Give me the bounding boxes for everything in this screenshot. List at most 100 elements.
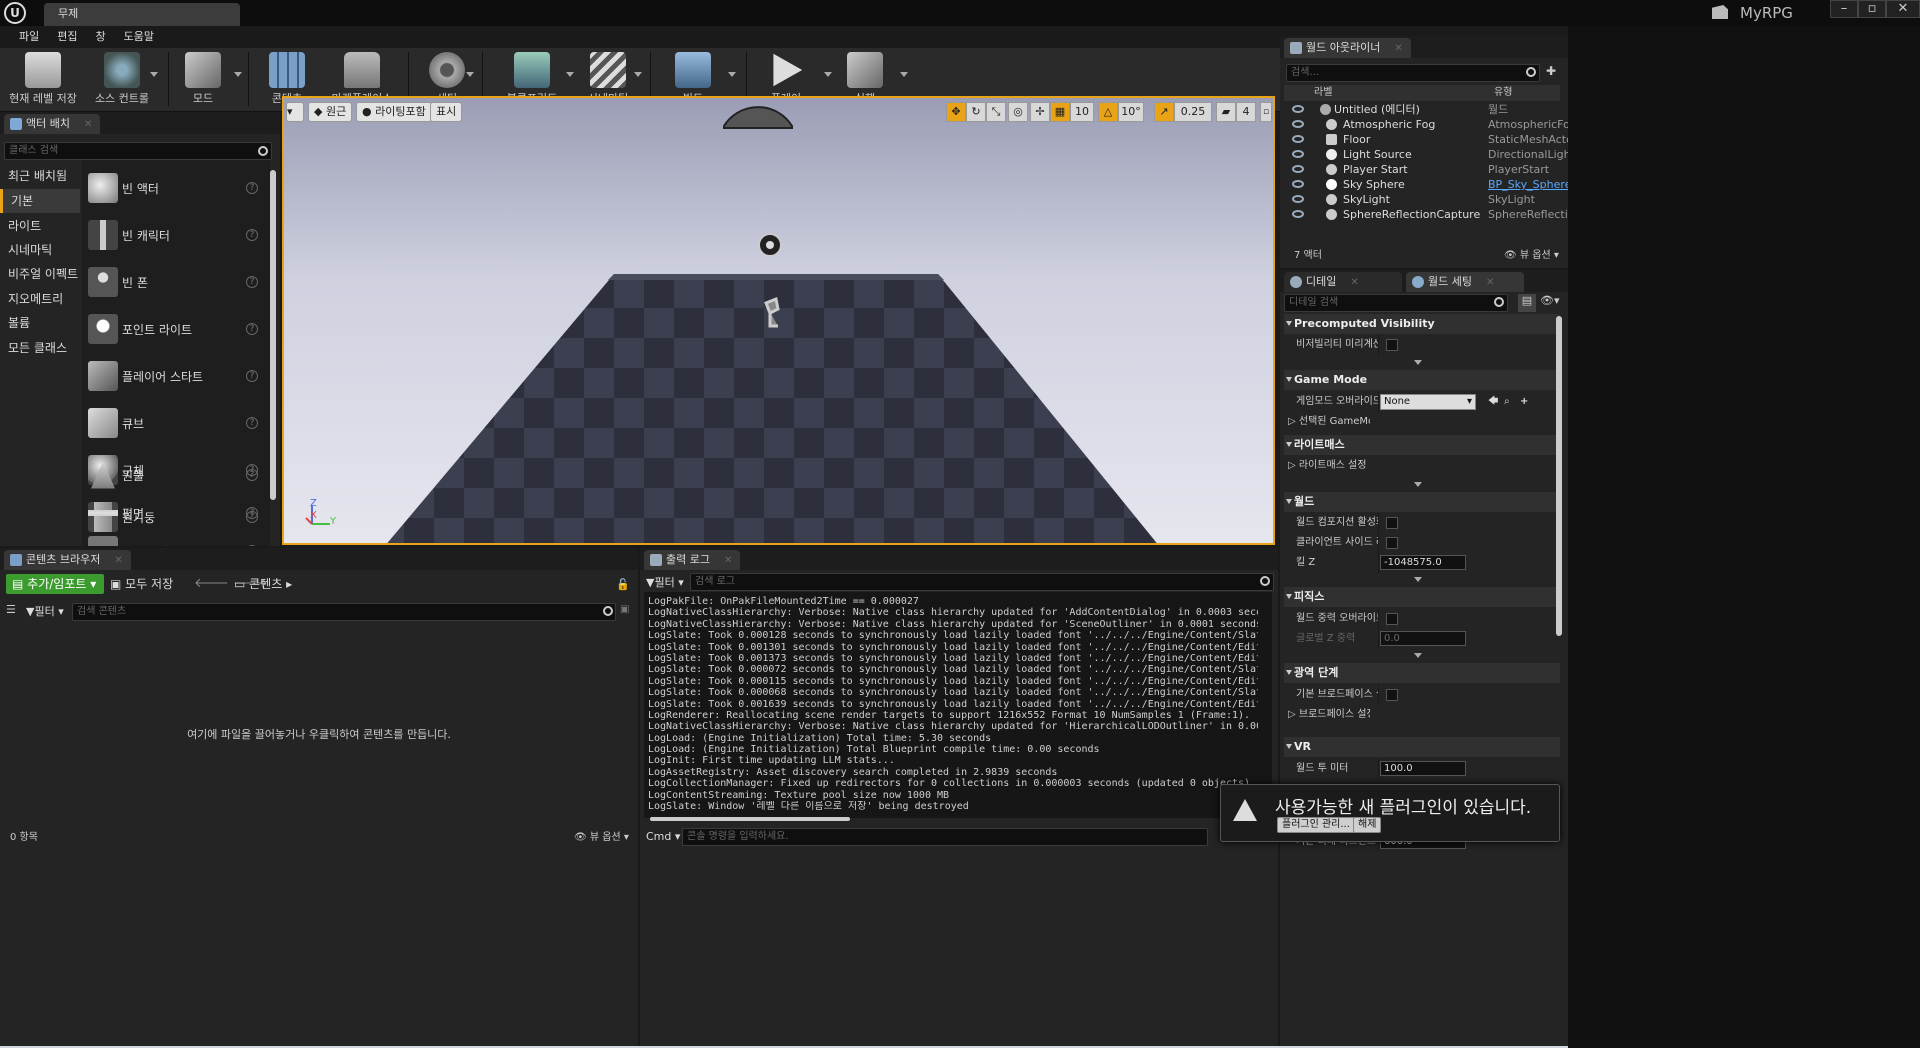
category-geometry[interactable]: 지오메트리 <box>0 287 80 311</box>
save-current-button[interactable]: 현재 레벨 저장 <box>4 50 82 110</box>
class-search-input[interactable]: 클래스 검색 <box>4 142 272 160</box>
details-scrollbar[interactable] <box>1556 316 1562 636</box>
log-search-input[interactable]: 검색 로그 <box>690 573 1274 591</box>
translate-tool-icon[interactable]: ✥ <box>946 102 966 122</box>
grid-snap-value[interactable]: 10 <box>1070 102 1094 122</box>
broadphase-checkbox[interactable] <box>1386 689 1398 701</box>
outliner-row[interactable]: Floor StaticMeshActor <box>1284 132 1577 147</box>
maximize-viewport-icon[interactable]: ▫ <box>1260 102 1272 122</box>
details-view-options-icon[interactable]: 👁▾ <box>1540 294 1560 312</box>
gamemode-select[interactable]: None ▾ <box>1380 394 1476 410</box>
outliner-search-input[interactable]: 검색... <box>1286 64 1540 82</box>
actor-item-plane[interactable]: 평면? <box>84 495 262 533</box>
category-visual-effects[interactable]: 비주얼 이펙트 <box>0 262 80 286</box>
level-document-tab[interactable]: 무제 <box>44 3 240 26</box>
grid-snap-icon[interactable]: ▦ <box>1050 102 1070 122</box>
section-game-mode[interactable]: Game Mode <box>1284 370 1560 390</box>
details-search-input[interactable]: 디테일 검색 <box>1284 294 1508 312</box>
help-icon[interactable]: ? <box>246 507 258 519</box>
menu-help[interactable]: 도움말 <box>115 26 163 48</box>
category-all-classes[interactable]: 모든 클래스 <box>0 336 80 360</box>
global-gravity-input[interactable]: 0.0 <box>1380 631 1466 646</box>
menu-edit[interactable]: 편집 <box>48 26 86 48</box>
tab-world-settings[interactable]: 월드 세팅 ✕ <box>1406 272 1524 292</box>
tab-place-actors[interactable]: 액터 배치 ✕ <box>4 114 101 134</box>
visibility-eye-icon[interactable] <box>1292 105 1304 113</box>
lit-button[interactable]: ● 라이팅포함 <box>356 102 432 122</box>
category-volumes[interactable]: 볼륨 <box>0 311 80 335</box>
log-horizontal-scrollbar[interactable] <box>650 817 850 821</box>
prop-broadphase-settings[interactable]: ▷ 브로드페이스 설정 <box>1284 705 1560 725</box>
actor-list-scrollbar[interactable] <box>270 170 276 500</box>
tab-world-outliner[interactable]: 월드 아웃라이너 ✕ <box>1284 38 1411 58</box>
visibility-eye-icon[interactable] <box>1292 210 1304 218</box>
outliner-row[interactable]: Light Source DirectionalLight <box>1284 147 1575 162</box>
outliner-row[interactable]: SphereReflectionCapture SphereReflection <box>1284 207 1581 222</box>
actor-item-box-trigger[interactable]: 박스 트리거? <box>84 533 262 546</box>
console-command-input[interactable]: 콘솔 명령을 입력하세요. <box>682 828 1208 846</box>
expand-advanced-icon[interactable] <box>1414 360 1422 365</box>
show-button[interactable]: 표시 <box>430 102 463 122</box>
col-type[interactable]: 유형 <box>1494 85 1512 101</box>
camera-speed-icon[interactable]: ▰ <box>1216 102 1236 122</box>
manage-plugins-button[interactable]: 플러그인 관리... <box>1277 817 1355 833</box>
expand-advanced-icon[interactable] <box>1414 482 1422 487</box>
col-label[interactable]: 라벨 <box>1314 85 1332 101</box>
help-icon[interactable]: ? <box>246 545 258 546</box>
outliner-row[interactable]: Untitled (에디터) 월드 <box>1284 102 1568 117</box>
section-world[interactable]: 월드 <box>1284 492 1560 512</box>
minimize-button[interactable]: – <box>1830 0 1858 18</box>
expand-advanced-icon[interactable] <box>1414 577 1422 582</box>
add-import-button[interactable]: ▤ 추가/임포트 ▾ <box>6 574 104 594</box>
scale-snap-icon[interactable]: ↗ <box>1154 102 1174 122</box>
prop-lightmass-settings[interactable]: ▷ 라이트매스 설정 <box>1284 456 1560 476</box>
outliner-row[interactable]: Sky Sphere BP_Sky_Sphere <box>1284 177 1571 192</box>
tab-details[interactable]: 디테일 ✕ <box>1284 272 1402 292</box>
save-search-icon[interactable]: ▣ <box>620 604 629 615</box>
source-control-button[interactable]: 소스 컨트롤 <box>86 50 158 110</box>
visibility-eye-icon[interactable] <box>1292 180 1304 188</box>
tab-output-log[interactable]: 출력 로그 ✕ <box>644 550 741 570</box>
perspective-button[interactable]: ◆ 원근 <box>308 102 353 122</box>
surface-snap-icon[interactable]: ✢ <box>1030 102 1050 122</box>
modes-button[interactable]: 모드 <box>172 50 234 110</box>
camera-speed-value[interactable]: 4 <box>1236 102 1256 122</box>
visibility-eye-icon[interactable] <box>1292 165 1304 173</box>
world-composition-checkbox[interactable] <box>1386 517 1398 529</box>
category-cinematic[interactable]: 시네마틱 <box>0 238 80 262</box>
save-all-button[interactable]: ▣ 모두 저장 <box>110 574 173 594</box>
blueprint-link[interactable]: BP_Sky_Sphere <box>1488 177 1571 192</box>
section-vr[interactable]: VR <box>1284 737 1560 757</box>
maximize-button[interactable]: ▫ <box>1858 0 1886 18</box>
visibility-eye-icon[interactable] <box>1292 120 1304 128</box>
menu-window[interactable]: 창 <box>87 26 115 48</box>
visibility-eye-icon[interactable] <box>1292 150 1304 158</box>
world-space-icon[interactable]: ◎ <box>1008 102 1028 122</box>
rotation-snap-icon[interactable]: △ <box>1098 102 1118 122</box>
viewport-options-button[interactable]: ▾ <box>286 102 304 122</box>
category-lights[interactable]: 라이트 <box>0 214 80 238</box>
add-actor-icon[interactable]: ✚ <box>1546 64 1560 78</box>
expand-advanced-icon[interactable] <box>1414 653 1422 658</box>
scale-tool-icon[interactable]: ⤡ <box>986 102 1006 122</box>
section-lightmass[interactable]: 라이트매스 <box>1284 435 1560 455</box>
use-selected-arrow-icon[interactable]: 🡄 <box>1488 392 1498 412</box>
kill-z-input[interactable]: -1048575.0 <box>1380 555 1466 570</box>
help-icon[interactable]: ? <box>246 469 258 481</box>
scale-snap-value[interactable]: 0.25 <box>1174 102 1212 122</box>
outliner-row[interactable]: Player Start PlayerStart <box>1284 162 1568 177</box>
cmd-selector[interactable]: Cmd ▾ <box>646 830 680 843</box>
category-basic[interactable]: 기본 <box>0 189 80 213</box>
section-physics[interactable]: 피직스 <box>1284 587 1560 607</box>
client-side-checkbox[interactable] <box>1386 537 1398 549</box>
property-matrix-icon[interactable]: ▤ <box>1518 294 1536 312</box>
prop-selected-gamemode[interactable]: ▷ 선택된 GameMode <box>1284 412 1560 432</box>
path-breadcrumb[interactable]: ▭ 콘텐츠 ▸ <box>234 574 292 594</box>
visibility-eye-icon[interactable] <box>1292 195 1304 203</box>
browse-icon[interactable]: ⌕ <box>1504 392 1510 412</box>
lock-icon[interactable]: 🔓 <box>616 578 630 591</box>
outliner-row[interactable]: SkyLight SkyLight <box>1284 192 1568 207</box>
gravity-override-checkbox[interactable] <box>1386 613 1398 625</box>
section-broadphase[interactable]: 광역 단계 <box>1284 663 1560 683</box>
actor-item-cone[interactable]: 원뿔? <box>84 457 262 495</box>
